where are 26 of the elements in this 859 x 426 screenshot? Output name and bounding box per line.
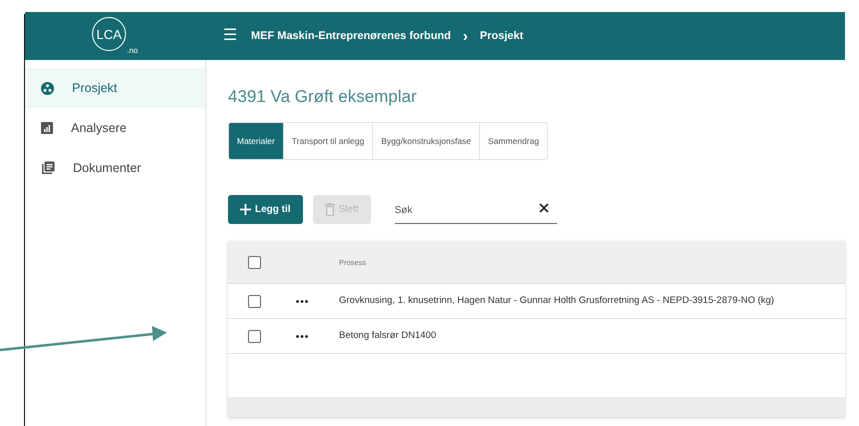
table-cell-text: Betong falsrør DN1400 bbox=[339, 329, 436, 344]
breadcrumb-separator: › bbox=[462, 28, 468, 44]
documents-icon bbox=[41, 161, 55, 175]
sidebar-item[interactable]: Prosjekt bbox=[25, 68, 205, 108]
page-title: 4391 Va Grøft eksemplar bbox=[228, 87, 418, 108]
checkbox[interactable] bbox=[248, 294, 261, 308]
checkbox[interactable] bbox=[248, 256, 261, 269]
sidebar-item[interactable]: Analysere bbox=[25, 108, 205, 148]
plus-icon bbox=[240, 204, 251, 216]
more-icon bbox=[296, 300, 308, 303]
table-cell-text: Grovknusing, 1. knusetrinn, Hagen Natur - Gunnar Holth Grusforretning AS - NEPD-3915-2879-NO (kg) bbox=[339, 294, 774, 308]
breadcrumb-link[interactable]: MEF Maskin-Entreprenørenes forbund bbox=[251, 28, 451, 44]
menu-button[interactable]: ☰ bbox=[223, 28, 237, 44]
sidebar-item[interactable]: Dokumenter bbox=[25, 148, 205, 188]
tab[interactable]: Materialer bbox=[229, 123, 284, 160]
logo: LCA .no bbox=[92, 17, 138, 55]
molecule-icon bbox=[41, 82, 54, 94]
clear-button[interactable] bbox=[538, 203, 549, 214]
trash-icon bbox=[324, 203, 335, 216]
breadcrumb-link[interactable]: Prosjekt bbox=[480, 28, 524, 44]
close-icon bbox=[538, 203, 549, 214]
more-icon bbox=[296, 334, 308, 338]
add-button[interactable]: Legg til bbox=[228, 195, 303, 224]
bar-chart-icon bbox=[41, 122, 53, 134]
search-field[interactable]: Søk bbox=[394, 198, 557, 224]
checkbox[interactable] bbox=[248, 330, 261, 343]
